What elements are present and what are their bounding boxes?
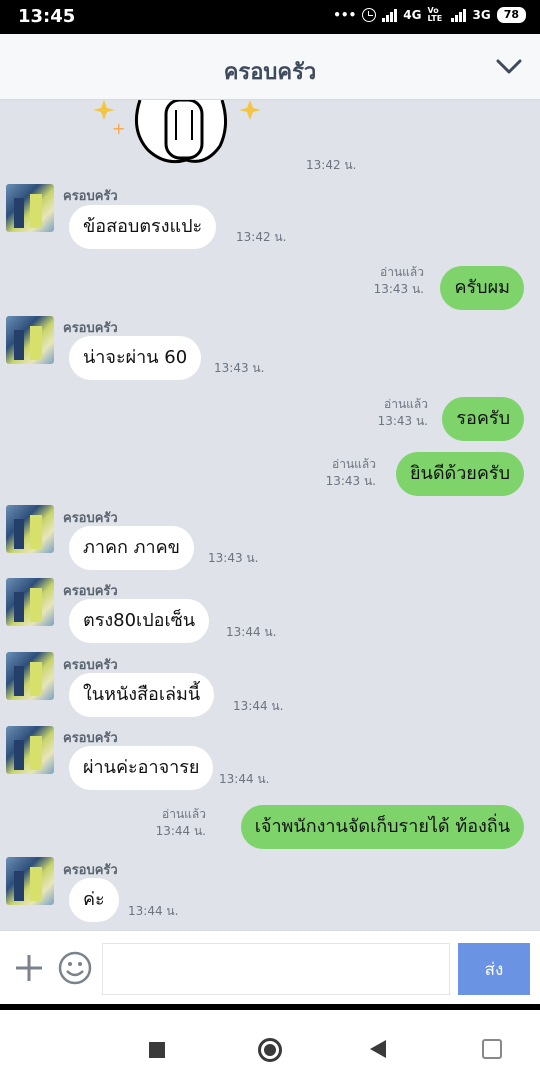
chat-area[interactable]: + 13:42 น. ครอบครัว ข้อสอบตรงแปะ 13:42 น… <box>0 100 540 930</box>
more-dots-icon: ••• <box>333 8 357 22</box>
send-button[interactable]: ส่ง <box>458 943 530 995</box>
svg-text:+: + <box>112 119 125 138</box>
system-nav-bar <box>0 1004 540 1080</box>
sender-name: ครอบครัว <box>63 584 118 599</box>
network-label-2: 3G <box>472 8 491 22</box>
sender-name: ครอบครัว <box>63 731 118 746</box>
message-time: 13:43 น. <box>325 474 376 488</box>
read-receipt: อ่านแล้ว <box>332 457 376 471</box>
avatar[interactable] <box>6 505 54 553</box>
message-meta: อ่านแล้ว 13:43 น. <box>300 456 376 490</box>
sender-name: ครอบครัว <box>63 189 118 204</box>
read-receipt: อ่านแล้ว <box>380 265 424 279</box>
message-bubble[interactable]: ตรง80เปอเซ็น <box>69 599 210 643</box>
message-time: 13:43 น. <box>373 282 424 296</box>
message-bubble[interactable]: ผ่านค่ะอาจารย <box>69 746 214 790</box>
message-time: 13:44 น. <box>233 699 284 713</box>
chat-title[interactable]: ครอบครัว <box>0 54 540 89</box>
message-bubble[interactable]: น่าจะผ่าน 60 <box>69 336 202 380</box>
avatar[interactable] <box>6 578 54 626</box>
message-time: 13:44 น. <box>128 904 179 918</box>
volte-label: Vo LTE <box>427 6 443 23</box>
signal-icon <box>382 8 398 22</box>
message-bubble[interactable]: ยินดีด้วยครับ <box>395 452 524 496</box>
message-input[interactable] <box>102 943 450 995</box>
network-label-1: 4G <box>403 8 422 22</box>
avatar[interactable] <box>6 184 54 232</box>
message-time: 13:42 น. <box>306 158 357 172</box>
menu-square-icon[interactable] <box>149 1042 165 1058</box>
message-bubble[interactable]: ค่ะ <box>69 878 119 922</box>
battery-icon: 78 <box>496 7 526 23</box>
sender-name: ครอบครัว <box>63 863 118 878</box>
message-bubble[interactable]: ข้อสอบตรงแปะ <box>69 205 217 249</box>
message-time: 13:42 น. <box>236 230 287 244</box>
status-icons: ••• 4G Vo LTE 3G 78 <box>333 7 526 23</box>
message-time: 13:43 น. <box>208 551 259 565</box>
message-time: 13:44 น. <box>219 772 270 786</box>
sticker-image[interactable]: + <box>90 100 270 172</box>
back-icon[interactable] <box>370 1040 386 1058</box>
chevron-down-icon[interactable] <box>496 56 522 76</box>
signal-icon-2 <box>451 8 467 22</box>
read-receipt: อ่านแล้ว <box>162 807 206 821</box>
message-bubble[interactable]: ในหนังสือเล่มนี้ <box>69 673 215 717</box>
status-bar: 13:45 ••• 4G Vo LTE 3G 78 <box>0 0 540 34</box>
message-time: 13:44 น. <box>226 625 277 639</box>
message-meta: อ่านแล้ว 13:43 น. <box>350 396 428 430</box>
alarm-icon <box>362 8 377 22</box>
home-icon[interactable] <box>258 1038 282 1062</box>
avatar[interactable] <box>6 652 54 700</box>
status-time: 13:45 <box>18 6 76 27</box>
message-meta: อ่านแล้ว 13:43 น. <box>350 264 424 298</box>
message-bubble[interactable]: รอครับ <box>442 397 524 441</box>
message-time: 13:44 น. <box>155 824 206 838</box>
sender-name: ครอบครัว <box>63 511 118 526</box>
emoji-icon[interactable] <box>58 951 92 985</box>
sender-name: ครอบครัว <box>63 658 118 673</box>
avatar[interactable] <box>6 857 54 905</box>
read-receipt: อ่านแล้ว <box>384 397 428 411</box>
message-bubble[interactable]: ครับผม <box>440 266 524 310</box>
message-time: 13:43 น. <box>214 361 265 375</box>
avatar[interactable] <box>6 316 54 364</box>
message-meta: อ่านแล้ว 13:44 น. <box>130 806 206 840</box>
message-input-bar: ส่ง <box>0 930 540 1004</box>
message-bubble[interactable]: ภาคก ภาคข <box>69 526 194 570</box>
message-bubble[interactable]: เจ้าพนักงานจัดเก็บรายได้ ท้องถิ่น <box>240 805 524 849</box>
chat-header: ครอบครัว <box>0 34 540 100</box>
avatar[interactable] <box>6 726 54 774</box>
expand-icon[interactable] <box>482 1039 502 1059</box>
message-time: 13:43 น. <box>377 414 428 428</box>
plus-icon[interactable] <box>14 953 44 983</box>
sender-name: ครอบครัว <box>63 321 118 336</box>
